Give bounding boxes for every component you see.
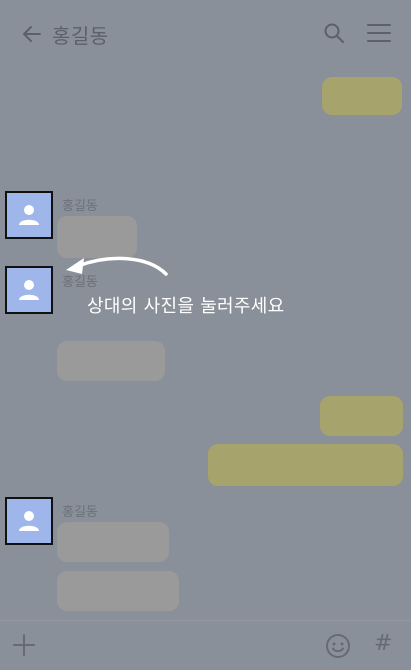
- other-message-bubble[interactable]: [57, 341, 165, 381]
- avatar-highlighted[interactable]: [5, 266, 53, 314]
- sender-name: 홍길동: [62, 505, 98, 520]
- hashtag-button[interactable]: #: [374, 631, 392, 656]
- plus-icon[interactable]: [12, 633, 36, 661]
- search-icon[interactable]: [322, 21, 346, 45]
- avatar[interactable]: [5, 191, 53, 239]
- person-icon: [19, 205, 39, 225]
- my-message-bubble[interactable]: [322, 77, 402, 115]
- my-message-bubble[interactable]: [320, 396, 403, 436]
- avatar[interactable]: [5, 497, 53, 545]
- chat-header: 홍길동: [0, 0, 411, 66]
- curved-arrow-icon: [60, 250, 172, 294]
- person-icon: [19, 280, 39, 300]
- message-input-bar: #: [0, 620, 411, 670]
- chat-title: 홍길동: [52, 24, 109, 48]
- other-message-bubble[interactable]: [57, 571, 179, 611]
- back-arrow-icon[interactable]: [20, 22, 44, 46]
- sender-name: 홍길동: [62, 199, 98, 214]
- person-icon: [19, 511, 39, 531]
- tap-avatar-hint: 상대의 사진을 눌러주세요: [87, 296, 285, 317]
- emoji-icon[interactable]: [325, 633, 351, 663]
- other-message-bubble[interactable]: [57, 522, 169, 562]
- chat-screen: 홍길동 홍길동 홍길동 홍길동 상대의 사진을 눌러주세요 #: [0, 0, 411, 670]
- my-message-bubble[interactable]: [208, 444, 403, 486]
- hamburger-menu-icon[interactable]: [366, 22, 392, 44]
